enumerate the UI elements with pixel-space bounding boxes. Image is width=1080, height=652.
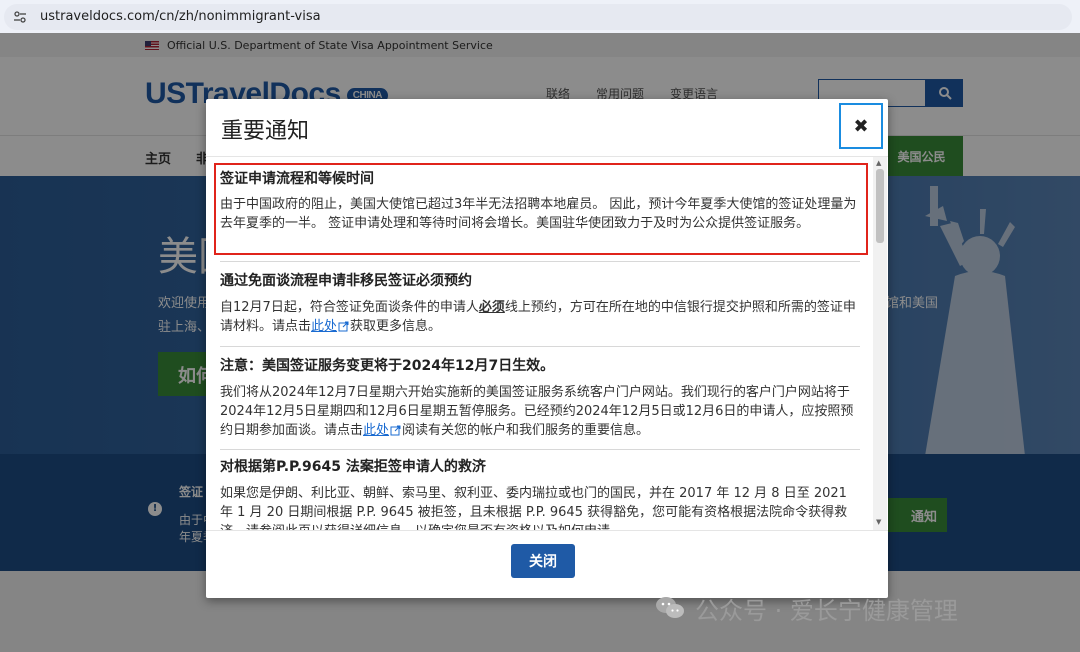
- modal-title: 重要通知: [221, 119, 310, 144]
- browser-address-bar: ustraveldocs.com/cn/zh/nonimmigrant-visa: [0, 0, 1080, 33]
- text-part: 自12月7日起，符合签证免面谈条件的申请人: [220, 300, 479, 315]
- section-text: 由于中国政府的阻止，美国大使馆已超过3年半无法招聘本地雇员。 因此，预计今年夏季…: [220, 197, 857, 231]
- section-divider: [220, 346, 860, 347]
- text-emphasis: 必须: [478, 300, 505, 315]
- url-field[interactable]: ustraveldocs.com/cn/zh/nonimmigrant-visa: [4, 3, 1072, 30]
- url-text: ustraveldocs.com/cn/zh/nonimmigrant-visa: [40, 9, 321, 24]
- watermark-text: 公众号 · 爱长宁健康管理: [695, 596, 958, 625]
- wechat-icon: [656, 597, 684, 618]
- section-text: 如果您是伊朗、利比亚、朝鲜、索马里、叙利亚、委内瑞拉或也门的国民，并在 2017…: [220, 486, 848, 530]
- wechat-watermark: 公众号 · 爱长宁健康管理: [655, 590, 958, 626]
- close-icon: ✖: [853, 115, 869, 137]
- external-link-icon: [338, 321, 349, 332]
- section-text: 自12月7日起，符合签证免面谈条件的申请人必须线上预约，方可在所在地的中信银行提…: [220, 298, 860, 336]
- notice-section-1: 签证申请流程和等候时间 由于中国政府的阻止，美国大使馆已超过3年半无法招聘本地雇…: [220, 169, 860, 233]
- modal-close-button[interactable]: 关闭: [511, 544, 575, 578]
- text-part: 获取更多信息。: [350, 319, 442, 334]
- modal-scrollbar[interactable]: ▲ ▼: [873, 157, 887, 530]
- scroll-down-arrow-icon[interactable]: ▼: [876, 518, 881, 526]
- section-divider: [220, 261, 860, 262]
- section-text: 我们将从2024年12月7日星期六开始实施新的美国签证服务系统客户门户网站。我们…: [220, 383, 860, 440]
- modal-body[interactable]: 签证申请流程和等候时间 由于中国政府的阻止，美国大使馆已超过3年半无法招聘本地雇…: [206, 157, 888, 530]
- here-link[interactable]: 此处: [363, 423, 389, 438]
- modal-close-x-button[interactable]: ✖: [839, 103, 883, 149]
- section-title: 注意：美国签证服务变更将于2024年12月7日生效。: [220, 358, 555, 374]
- notice-section-4: 对根据第P.P.9645 法案拒签申请人的救济 如果您是伊朗、利比亚、朝鲜、索马…: [220, 457, 860, 530]
- modal-header: 重要通知 ✖: [206, 99, 888, 156]
- scrollbar-thumb[interactable]: [876, 169, 884, 243]
- site-settings-icon[interactable]: [12, 9, 28, 25]
- section-title: 签证申请流程和等候时间: [220, 171, 374, 187]
- section-title: 通过免面谈流程申请非移民签证必须预约: [220, 273, 472, 289]
- section-title: 对根据第P.P.9645 法案拒签申请人的救济: [220, 459, 486, 475]
- external-link-icon: [390, 425, 401, 436]
- scroll-up-arrow-icon[interactable]: ▲: [876, 159, 881, 167]
- section-divider: [220, 449, 860, 450]
- text-part: 阅读有关您的帐户和我们服务的重要信息。: [402, 423, 650, 438]
- here-link[interactable]: 此处: [311, 319, 337, 334]
- notice-section-2: 通过免面谈流程申请非移民签证必须预约 自12月7日起，符合签证免面谈条件的申请人…: [220, 271, 860, 336]
- notice-section-3: 注意：美国签证服务变更将于2024年12月7日生效。 我们将从2024年12月7…: [220, 356, 860, 440]
- important-notice-modal: 重要通知 ✖ 签证申请流程和等候时间 由于中国政府的阻止，美国大使馆已超过3年半…: [206, 99, 888, 598]
- modal-footer-divider: [206, 530, 888, 531]
